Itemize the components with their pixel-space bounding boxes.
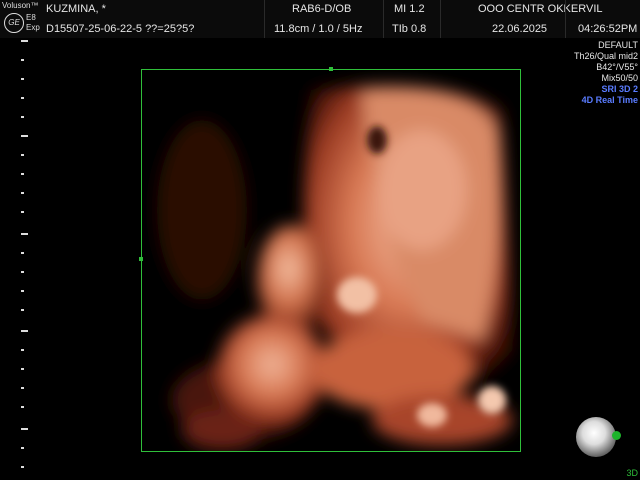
- depth-tick: [21, 466, 24, 468]
- depth-tick: [21, 154, 24, 156]
- param-mode: 4D Real Time: [581, 95, 638, 105]
- depth-tick: [21, 368, 24, 370]
- depth-tick-major: [21, 330, 28, 332]
- param-preset: DEFAULT: [598, 40, 638, 50]
- header-bar: Voluson™ GE E8 Exp KUZMINA, * D15507-25-…: [0, 0, 640, 38]
- probe-settings: 11.8cm / 1.0 / 5Hz: [274, 23, 363, 35]
- depth-tick-major: [21, 40, 28, 42]
- mi-value: MI 1.2: [394, 3, 425, 15]
- orientation-sphere-icon[interactable]: [576, 417, 616, 457]
- depth-tick: [21, 309, 24, 311]
- model-line-2: Exp: [26, 23, 40, 32]
- param-angle: B42°/V55°: [596, 62, 638, 72]
- fetal-3d-render: [142, 70, 520, 451]
- patient-id: D15507-25-06-22-5 ??=25?5?: [46, 23, 195, 35]
- depth-tick: [21, 406, 24, 408]
- depth-tick: [21, 211, 24, 213]
- volume-handle-top[interactable]: [329, 67, 333, 71]
- param-sri: SRI 3D 2: [601, 84, 638, 94]
- tib-value: TIb 0.8: [392, 23, 427, 35]
- orientation-marker-icon: [612, 431, 621, 440]
- probe-label: RAB6-D/OB: [292, 3, 352, 15]
- depth-tick-major: [21, 135, 28, 137]
- volume-render-box[interactable]: [139, 67, 521, 452]
- depth-scale: [19, 40, 29, 470]
- model-line-1: E8: [26, 13, 36, 22]
- volume-handle-left[interactable]: [139, 257, 143, 261]
- depth-tick: [21, 290, 24, 292]
- param-mix: Mix50/50: [601, 73, 638, 83]
- institution-label: OOO CENTR OKKERVIL: [478, 3, 603, 15]
- header-divider: [383, 0, 384, 38]
- depth-tick: [21, 173, 24, 175]
- fetal-render-image: [142, 70, 520, 451]
- mode-3d-label: 3D: [626, 468, 638, 478]
- header-divider: [264, 0, 265, 38]
- depth-tick: [21, 192, 24, 194]
- depth-tick: [21, 271, 24, 273]
- ge-logo-icon: GE: [4, 13, 24, 33]
- depth-tick-major: [21, 428, 28, 430]
- depth-tick: [21, 116, 24, 118]
- imaging-parameters: DEFAULT Th26/Qual mid2 B42°/V55° Mix50/5…: [574, 40, 638, 106]
- date-label: 22.06.2025: [492, 23, 548, 35]
- brand-label: Voluson™: [2, 1, 39, 10]
- patient-name: KUZMINA, *: [46, 3, 106, 15]
- depth-tick: [21, 252, 24, 254]
- time-label: 04:26:52PM: [578, 23, 638, 35]
- model-label: E8 Exp: [26, 13, 40, 33]
- header-divider: [565, 0, 566, 38]
- param-quality: Th26/Qual mid2: [573, 51, 638, 61]
- header-divider: [440, 0, 441, 38]
- depth-tick: [21, 349, 24, 351]
- depth-tick: [21, 97, 24, 99]
- depth-tick: [21, 78, 24, 80]
- depth-tick: [21, 447, 24, 449]
- depth-tick: [21, 59, 24, 61]
- depth-tick: [21, 387, 24, 389]
- depth-tick-major: [21, 233, 28, 235]
